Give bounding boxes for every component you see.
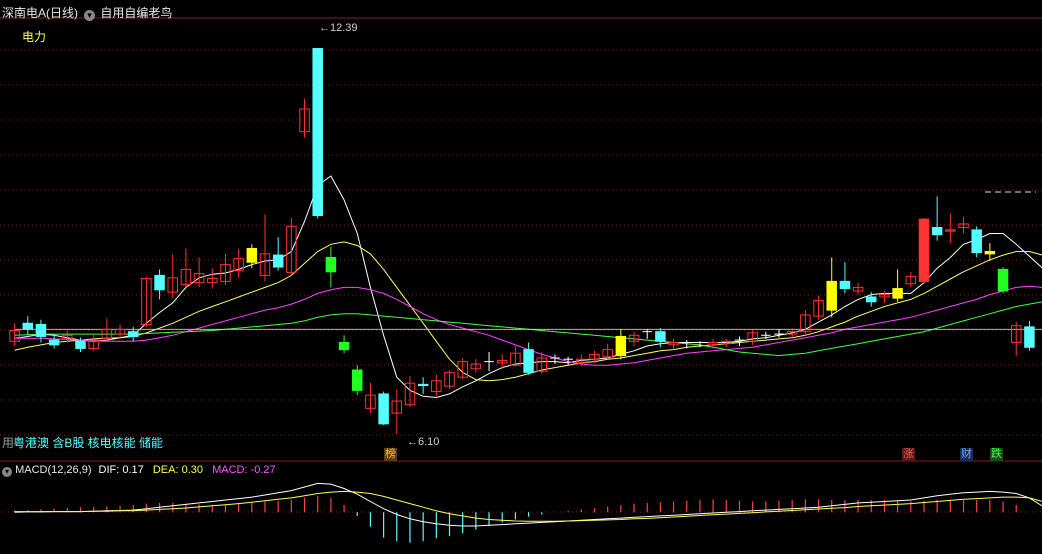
low-price-annotation: ←6.10 <box>407 436 439 448</box>
candle-body <box>22 322 34 330</box>
stock-title: 深南电A(日线) <box>2 6 78 20</box>
candle-body <box>918 218 930 282</box>
candle-body <box>338 341 350 351</box>
candle-body <box>826 280 837 311</box>
macd-value: MACD: -0.27 <box>212 464 276 476</box>
dropdown-icon[interactable]: ▾ <box>2 467 12 477</box>
candle-body <box>75 340 86 349</box>
candle-body <box>615 335 627 357</box>
event-tag-drop[interactable]: 跌 <box>990 448 1003 461</box>
formula-name[interactable]: 自用自编老鸟 <box>100 6 172 20</box>
candle-body <box>892 288 903 299</box>
candle-body <box>246 247 258 263</box>
arrow-left-icon: ← <box>319 22 330 34</box>
candle-body <box>154 274 165 291</box>
event-tag-finance[interactable]: 财 <box>960 448 973 461</box>
macd-name[interactable]: MACD(12,26,9) <box>15 464 91 476</box>
chart-stage: 深南电A(日线) ▾ 自用自编老鸟 电力 ←12.39 ←6.10 用 粤港澳 … <box>0 0 1042 554</box>
candle-body <box>312 48 323 217</box>
formula-selector[interactable]: ▾ 自用自编老鸟 <box>84 4 172 21</box>
arrow-left-icon: ← <box>407 436 418 448</box>
candle-body <box>1024 326 1035 348</box>
macd-panel <box>13 482 1042 543</box>
candle-body <box>866 296 877 303</box>
concept-labels[interactable]: 粤港澳 含B股 核电核能 储能 <box>13 434 163 451</box>
candle-body <box>352 369 363 391</box>
event-tag-limit-up[interactable]: 涨 <box>902 448 915 461</box>
event-tag-list-bang[interactable]: 榜 <box>384 448 397 461</box>
candle-body <box>35 323 47 337</box>
high-price-value: 12.39 <box>330 22 358 34</box>
window-title: 深南电A(日线) <box>2 4 78 21</box>
candle-body <box>997 268 1009 292</box>
candle-body <box>378 393 389 425</box>
macd-dif: DIF: 0.17 <box>98 464 144 476</box>
macd-header: ▾ MACD(12,26,9) DIF: 0.17 DEA: 0.30 MACD… <box>2 464 276 477</box>
candle-body <box>971 229 982 254</box>
candle-body <box>839 280 851 290</box>
candle-body <box>984 250 996 255</box>
candle-body <box>272 254 284 268</box>
candle-body <box>523 349 534 373</box>
candle-body <box>127 331 139 337</box>
candle-body <box>655 331 666 342</box>
candlesticks <box>9 48 1035 435</box>
high-price-annotation: ←12.39 <box>319 22 358 34</box>
low-price-value: 6.10 <box>418 436 440 448</box>
candle-body <box>931 227 943 236</box>
macd-dea: DEA: 0.30 <box>152 464 203 476</box>
candle-body <box>48 339 60 346</box>
candle-body <box>417 383 429 387</box>
dropdown-icon[interactable]: ▾ <box>84 10 95 21</box>
sector-label: 电力 <box>22 30 47 44</box>
candle-body <box>325 256 337 273</box>
